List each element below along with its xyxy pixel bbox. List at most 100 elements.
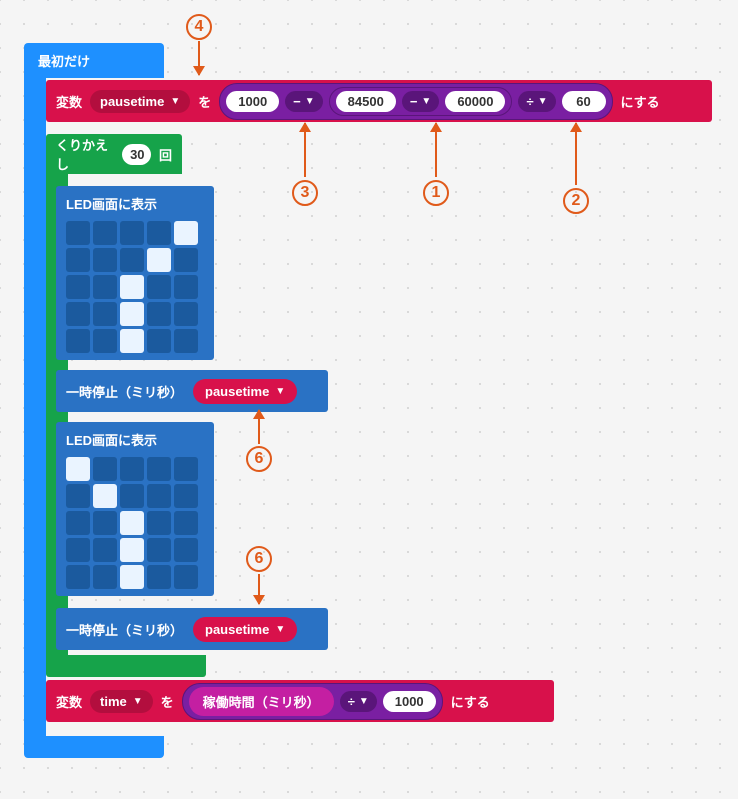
led-cell[interactable] bbox=[147, 457, 171, 481]
led-cell[interactable] bbox=[174, 511, 198, 535]
led-cell[interactable] bbox=[93, 565, 117, 589]
led-cell[interactable] bbox=[174, 329, 198, 353]
led-cell[interactable] bbox=[174, 457, 198, 481]
led-grid-1[interactable] bbox=[66, 221, 204, 353]
led-cell[interactable] bbox=[93, 511, 117, 535]
led-cell[interactable] bbox=[120, 511, 144, 535]
math-time[interactable]: 稼働時間（ミリ秒） ÷ ▼ 1000 bbox=[182, 683, 443, 720]
led-cell[interactable] bbox=[66, 538, 90, 562]
repeat-label: くりかえし bbox=[56, 135, 114, 173]
led-cell[interactable] bbox=[147, 484, 171, 508]
repeat-times: 回 bbox=[159, 145, 172, 164]
led-cell[interactable] bbox=[120, 275, 144, 299]
num-input-60[interactable]: 60 bbox=[562, 91, 606, 112]
arrow-4 bbox=[198, 41, 200, 75]
arrow-6a bbox=[258, 410, 260, 444]
led-cell[interactable] bbox=[174, 538, 198, 562]
led-cell[interactable] bbox=[147, 248, 171, 272]
op-select-1[interactable]: − ▼ bbox=[285, 91, 323, 112]
setvar-suffix: にする bbox=[621, 92, 660, 111]
on-start-label: 最初だけ bbox=[38, 54, 90, 69]
led-cell[interactable] bbox=[174, 248, 198, 272]
pause-var-dropdown-2[interactable]: pausetime ▼ bbox=[193, 617, 297, 642]
on-start-body bbox=[24, 72, 46, 744]
chevron-down-icon: ▼ bbox=[421, 96, 431, 107]
led-cell[interactable] bbox=[174, 302, 198, 326]
runtime-reporter[interactable]: 稼働時間（ミリ秒） bbox=[189, 687, 334, 716]
led-cell[interactable] bbox=[120, 302, 144, 326]
led-cell[interactable] bbox=[147, 538, 171, 562]
annotation-2: 2 bbox=[563, 188, 589, 214]
led-cell[interactable] bbox=[120, 329, 144, 353]
led-cell[interactable] bbox=[93, 484, 117, 508]
led-cell[interactable] bbox=[93, 248, 117, 272]
led-cell[interactable] bbox=[66, 275, 90, 299]
led-cell[interactable] bbox=[147, 221, 171, 245]
repeat-block[interactable]: くりかえし 30 回 bbox=[46, 134, 182, 174]
annotation-4: 4 bbox=[186, 14, 212, 40]
led-cell[interactable] bbox=[147, 565, 171, 589]
led-cell[interactable] bbox=[66, 329, 90, 353]
annotation-1: 1 bbox=[423, 180, 449, 206]
led-cell[interactable] bbox=[66, 221, 90, 245]
math-outer[interactable]: 1000 − ▼ 84500 − ▼ 60000 ÷ ▼ 60 bbox=[219, 83, 612, 120]
setvar2-wo: を bbox=[161, 692, 174, 711]
pause-var-dropdown-1[interactable]: pausetime ▼ bbox=[193, 379, 297, 404]
setvar-prefix: 変数 bbox=[56, 92, 82, 111]
led-cell[interactable] bbox=[174, 275, 198, 299]
led-cell[interactable] bbox=[120, 538, 144, 562]
arrow-2 bbox=[575, 123, 577, 185]
led-cell[interactable] bbox=[147, 302, 171, 326]
led-cell[interactable] bbox=[120, 248, 144, 272]
led-cell[interactable] bbox=[93, 221, 117, 245]
led-cell[interactable] bbox=[120, 457, 144, 481]
repeat-count-input[interactable]: 30 bbox=[122, 144, 151, 165]
led-cell[interactable] bbox=[147, 275, 171, 299]
led-cell[interactable] bbox=[93, 457, 117, 481]
arrow-1 bbox=[435, 123, 437, 177]
led-cell[interactable] bbox=[93, 275, 117, 299]
led-cell[interactable] bbox=[66, 484, 90, 508]
show-leds-block-1[interactable]: LED画面に表示 bbox=[56, 186, 214, 360]
num-input-1000b[interactable]: 1000 bbox=[383, 691, 436, 712]
led-cell[interactable] bbox=[93, 329, 117, 353]
set-pausetime-block[interactable]: 変数 pausetime ▼ を 1000 − ▼ 84500 − ▼ 6000… bbox=[46, 80, 712, 122]
led-cell[interactable] bbox=[120, 221, 144, 245]
led-cell[interactable] bbox=[147, 511, 171, 535]
var-pausetime-dropdown[interactable]: pausetime ▼ bbox=[90, 90, 190, 113]
num-input-60000[interactable]: 60000 bbox=[445, 91, 505, 112]
chevron-down-icon: ▼ bbox=[275, 386, 285, 397]
num-input-84500[interactable]: 84500 bbox=[336, 91, 396, 112]
led-grid-2[interactable] bbox=[66, 457, 204, 589]
led-cell[interactable] bbox=[93, 302, 117, 326]
led-cell[interactable] bbox=[66, 511, 90, 535]
led-cell[interactable] bbox=[66, 302, 90, 326]
led-cell[interactable] bbox=[147, 329, 171, 353]
op-select-3[interactable]: ÷ ▼ bbox=[518, 91, 555, 112]
led-cell[interactable] bbox=[66, 457, 90, 481]
led-cell[interactable] bbox=[66, 248, 90, 272]
num-input-1000[interactable]: 1000 bbox=[226, 91, 279, 112]
led-cell[interactable] bbox=[120, 565, 144, 589]
chevron-down-icon: ▼ bbox=[170, 96, 180, 107]
arrow-6b bbox=[258, 574, 260, 604]
setvar2-suffix: にする bbox=[451, 692, 490, 711]
led-cell[interactable] bbox=[66, 565, 90, 589]
op-select-time[interactable]: ÷ ▼ bbox=[340, 691, 377, 712]
math-inner1[interactable]: 84500 − ▼ 60000 bbox=[329, 87, 513, 116]
pause-block-1[interactable]: 一時停止（ミリ秒） pausetime ▼ bbox=[56, 370, 328, 412]
setvar-wo: を bbox=[198, 92, 211, 111]
led-cell[interactable] bbox=[120, 484, 144, 508]
repeat-foot bbox=[46, 655, 206, 677]
set-time-block[interactable]: 変数 time ▼ を 稼働時間（ミリ秒） ÷ ▼ 1000 にする bbox=[46, 680, 554, 722]
led-cell[interactable] bbox=[174, 565, 198, 589]
led-cell[interactable] bbox=[93, 538, 117, 562]
chevron-down-icon: ▼ bbox=[538, 96, 548, 107]
pause-block-2[interactable]: 一時停止（ミリ秒） pausetime ▼ bbox=[56, 608, 328, 650]
var-time-dropdown[interactable]: time ▼ bbox=[90, 690, 153, 713]
show-leds-label: LED画面に表示 bbox=[66, 194, 204, 213]
led-cell[interactable] bbox=[174, 221, 198, 245]
op-select-2[interactable]: − ▼ bbox=[402, 91, 440, 112]
show-leds-block-2[interactable]: LED画面に表示 bbox=[56, 422, 214, 596]
led-cell[interactable] bbox=[174, 484, 198, 508]
